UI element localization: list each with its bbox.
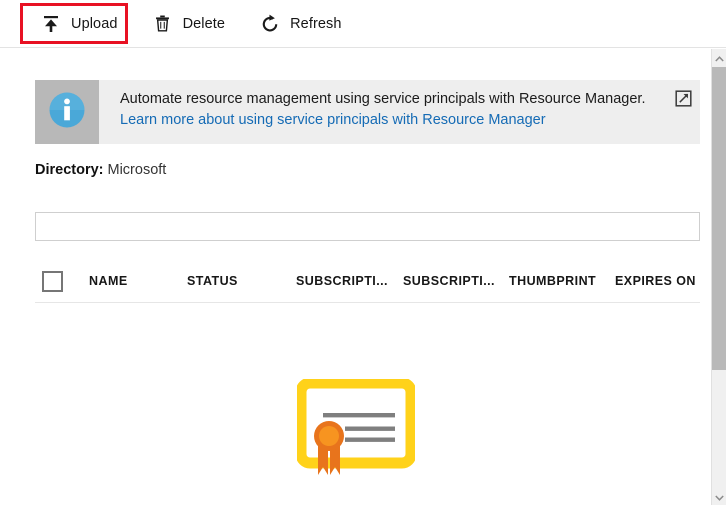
external-link-button[interactable] <box>666 80 700 144</box>
info-banner: Automate resource management using servi… <box>35 80 700 144</box>
column-header-expires-on[interactable]: EXPIRES ON <box>615 274 696 288</box>
info-banner-icon-cell <box>35 80 99 144</box>
directory-label: Directory: <box>35 162 104 178</box>
certificates-blade: Upload Delete Refresh <box>0 0 726 505</box>
refresh-button-label: Refresh <box>290 16 341 32</box>
info-banner-text: Automate resource management using servi… <box>99 80 666 144</box>
upload-icon <box>40 13 62 35</box>
learn-more-link[interactable]: Learn more about using service principal… <box>120 112 546 128</box>
command-toolbar: Upload Delete Refresh <box>0 0 726 48</box>
chevron-up-icon <box>715 49 724 67</box>
scroll-down-button[interactable] <box>712 488 726 505</box>
delete-button-label: Delete <box>183 16 226 32</box>
info-banner-message: Automate resource management using servi… <box>120 91 645 107</box>
upload-button-label: Upload <box>71 16 118 32</box>
select-all-checkbox[interactable] <box>42 271 63 292</box>
delete-button[interactable]: Delete <box>142 5 236 43</box>
chevron-down-icon <box>715 488 724 506</box>
directory-value: Microsoft <box>108 162 167 178</box>
filter-input[interactable] <box>35 212 700 241</box>
empty-state <box>0 379 711 479</box>
blade-content: Automate resource management using servi… <box>0 49 711 505</box>
upload-button[interactable]: Upload <box>30 5 128 43</box>
column-header-status[interactable]: STATUS <box>187 274 238 288</box>
refresh-icon <box>259 13 281 35</box>
refresh-button[interactable]: Refresh <box>249 5 351 43</box>
vertical-scrollbar[interactable] <box>711 49 726 505</box>
directory-row: Directory:Microsoft <box>35 160 166 180</box>
external-link-icon <box>675 90 692 112</box>
column-header-subscription-2[interactable]: SUBSCRIPTI... <box>403 274 495 288</box>
column-header-thumbprint[interactable]: THUMBPRINT <box>509 274 596 288</box>
info-icon <box>46 89 88 136</box>
scroll-up-button[interactable] <box>712 49 726 66</box>
grid-header-row: NAME STATUS SUBSCRIPTI... SUBSCRIPTI... … <box>35 261 700 303</box>
certificate-icon <box>297 379 415 479</box>
scrollbar-thumb[interactable] <box>712 67 726 370</box>
trash-icon <box>152 13 174 35</box>
column-header-subscription-1[interactable]: SUBSCRIPTI... <box>296 274 388 288</box>
column-header-name[interactable]: NAME <box>89 274 128 288</box>
